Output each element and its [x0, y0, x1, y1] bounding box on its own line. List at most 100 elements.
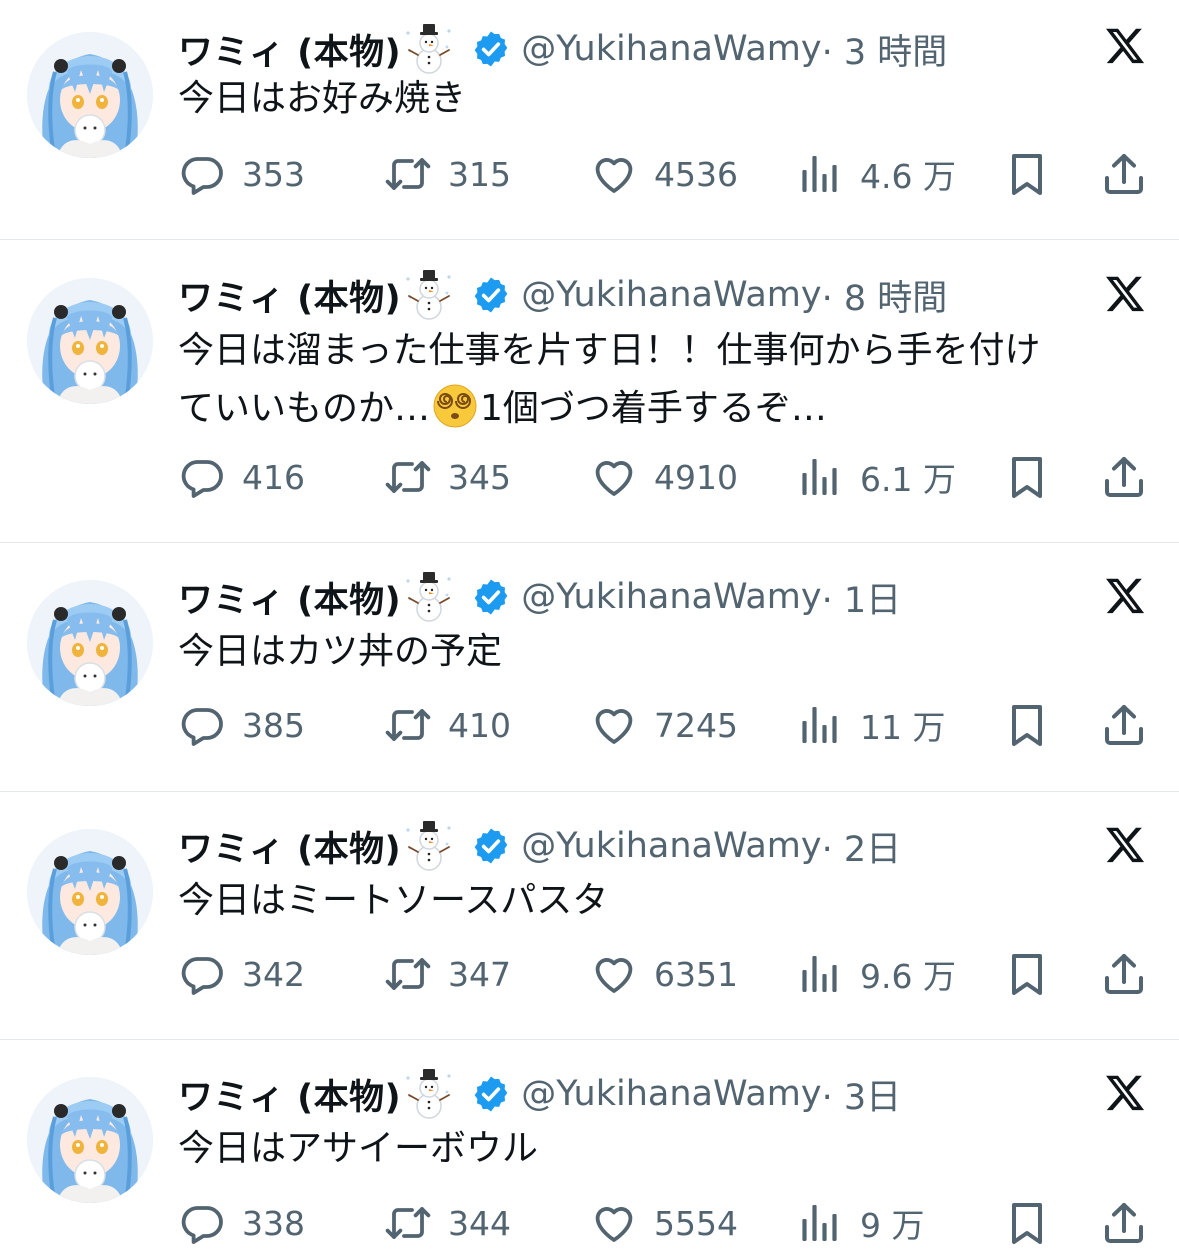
timestamp[interactable]: · 8 時間: [822, 270, 948, 321]
divider: [0, 791, 1179, 792]
divider: [0, 239, 1179, 240]
like-button[interactable]: 5554: [590, 1193, 738, 1253]
share-button[interactable]: [1100, 695, 1148, 755]
replies-count: 338: [242, 1203, 305, 1243]
views-button[interactable]: 11 万: [796, 695, 945, 755]
share-button[interactable]: [1100, 944, 1148, 1004]
verified-badge-icon[interactable]: [471, 275, 511, 315]
views-button[interactable]: 9.6 万: [796, 944, 956, 1004]
bookmark-button[interactable]: [1003, 944, 1051, 1004]
share-button[interactable]: [1100, 1193, 1148, 1253]
heart-icon: [590, 150, 638, 198]
bookmark-button[interactable]: [1003, 695, 1051, 755]
share-icon: [1100, 950, 1148, 998]
retweet-button[interactable]: 347: [384, 944, 511, 1004]
timestamp[interactable]: · 3日: [822, 1069, 902, 1120]
avatar[interactable]: [27, 580, 153, 706]
share-icon: [1100, 701, 1148, 749]
tweet-text-line: 今日はミートソースパスタ: [178, 880, 609, 921]
tweet-header: ワミィ (本物) @YukihanaWamy · 1日: [178, 568, 901, 626]
tweet-text[interactable]: 今日はカツ丼の予定: [178, 623, 502, 681]
tweet-2[interactable]: ワミィ (本物) @YukihanaWamy · 1日 今日はカツ丼の予定 38…: [0, 568, 1179, 768]
retweet-button[interactable]: 344: [384, 1193, 511, 1253]
tweet-4[interactable]: ワミィ (本物) @YukihanaWamy · 3日 今日はアサイーボウル 3…: [0, 1065, 1179, 1248]
like-button[interactable]: 4910: [590, 447, 738, 507]
user-handle[interactable]: @YukihanaWamy: [521, 577, 821, 617]
reply-button[interactable]: 338: [178, 1193, 305, 1253]
display-name[interactable]: ワミィ (本物): [178, 24, 401, 75]
like-button[interactable]: 4536: [590, 144, 738, 204]
views-icon: [796, 150, 844, 198]
views-button[interactable]: 6.1 万: [796, 447, 956, 507]
tweet-0[interactable]: ワミィ (本物) @YukihanaWamy · 3 時間 今日はお好み焼き 3…: [0, 20, 1179, 220]
avatar[interactable]: [27, 32, 153, 158]
timestamp[interactable]: · 3 時間: [822, 24, 948, 75]
verified-badge-icon[interactable]: [471, 29, 511, 69]
reply-button[interactable]: 353: [178, 144, 305, 204]
display-name[interactable]: ワミィ (本物): [178, 821, 401, 872]
reply-button[interactable]: 416: [178, 447, 305, 507]
tweet-3[interactable]: ワミィ (本物) @YukihanaWamy · 2日 今日はミートソースパスタ…: [0, 817, 1179, 1017]
views-icon: [796, 701, 844, 749]
tweet-1[interactable]: ワミィ (本物) @YukihanaWamy · 8 時間 今日は溜まった仕事を…: [0, 266, 1179, 526]
views-button[interactable]: 4.6 万: [796, 144, 956, 204]
avatar[interactable]: [27, 1077, 153, 1203]
like-button[interactable]: 7245: [590, 695, 738, 755]
reply-button[interactable]: 342: [178, 944, 305, 1004]
verified-badge-icon[interactable]: [471, 826, 511, 866]
likes-count: 5554: [654, 1203, 738, 1243]
tweet-header: ワミィ (本物) @YukihanaWamy · 8 時間: [178, 266, 947, 324]
user-handle[interactable]: @YukihanaWamy: [521, 1074, 821, 1114]
display-name[interactable]: ワミィ (本物): [178, 1069, 401, 1120]
bookmark-button[interactable]: [1003, 447, 1051, 507]
retweets-count: 410: [448, 705, 511, 745]
share-button[interactable]: [1100, 144, 1148, 204]
reply-icon: [178, 150, 226, 198]
share-icon: [1100, 150, 1148, 198]
tweet-text[interactable]: 今日はアサイーボウル: [178, 1120, 538, 1178]
tweet-text-line: 今日はアサイーボウル: [178, 1128, 539, 1169]
tweet-text[interactable]: 今日はミートソースパスタ: [178, 872, 608, 930]
user-handle[interactable]: @YukihanaWamy: [521, 29, 821, 69]
retweets-count: 315: [448, 154, 511, 194]
display-name[interactable]: ワミィ (本物): [178, 572, 401, 623]
verified-badge-icon[interactable]: [471, 1074, 511, 1114]
avatar[interactable]: [27, 829, 153, 955]
user-handle[interactable]: @YukihanaWamy: [521, 826, 821, 866]
action-bar: 416 345 4910 6.1 万: [0, 447, 1179, 507]
reply-button[interactable]: 385: [178, 695, 305, 755]
timestamp[interactable]: · 2日: [822, 821, 902, 872]
tweet-text-line: 今日は溜まった仕事を片す日！！仕事何から手を付け: [178, 330, 1041, 371]
user-handle[interactable]: @YukihanaWamy: [521, 275, 821, 315]
action-bar: 338 344 5554 9 万: [0, 1193, 1179, 1253]
retweet-button[interactable]: 315: [384, 144, 511, 204]
x-logo-icon: [1098, 574, 1148, 624]
retweet-button[interactable]: 345: [384, 447, 511, 507]
tweet-text-part: 1個づつ着手するぞ…: [480, 388, 827, 429]
action-bar: 353 315 4536 4.6 万: [0, 144, 1179, 204]
tweet-text[interactable]: 今日はお好み焼き: [178, 70, 466, 128]
bookmark-icon: [1003, 950, 1051, 998]
verified-badge-icon[interactable]: [471, 577, 511, 617]
reply-icon: [178, 1199, 226, 1247]
bookmark-icon: [1003, 453, 1051, 501]
retweet-icon: [384, 453, 432, 501]
like-button[interactable]: 6351: [590, 944, 738, 1004]
likes-count: 6351: [654, 954, 738, 994]
display-name[interactable]: ワミィ (本物): [178, 270, 401, 321]
retweets-count: 347: [448, 954, 511, 994]
tweet-header: ワミィ (本物) @YukihanaWamy · 2日: [178, 817, 901, 875]
timestamp[interactable]: · 1日: [822, 572, 902, 623]
snowman-emoji: [403, 269, 455, 321]
bookmark-button[interactable]: [1003, 1193, 1051, 1253]
tweet-text[interactable]: 今日は溜まった仕事を片す日！！仕事何から手を付け ていいものか… 1個づつ着手する…: [178, 322, 1041, 438]
bookmark-button[interactable]: [1003, 144, 1051, 204]
share-button[interactable]: [1100, 447, 1148, 507]
views-button[interactable]: 9 万: [796, 1193, 925, 1253]
retweets-count: 344: [448, 1203, 511, 1243]
retweet-icon: [384, 701, 432, 749]
avatar[interactable]: [27, 278, 153, 404]
retweets-count: 345: [448, 457, 511, 497]
tweet-feed: ワミィ (本物) @YukihanaWamy · 3 時間 今日はお好み焼き 3…: [0, 0, 1179, 1248]
retweet-button[interactable]: 410: [384, 695, 511, 755]
